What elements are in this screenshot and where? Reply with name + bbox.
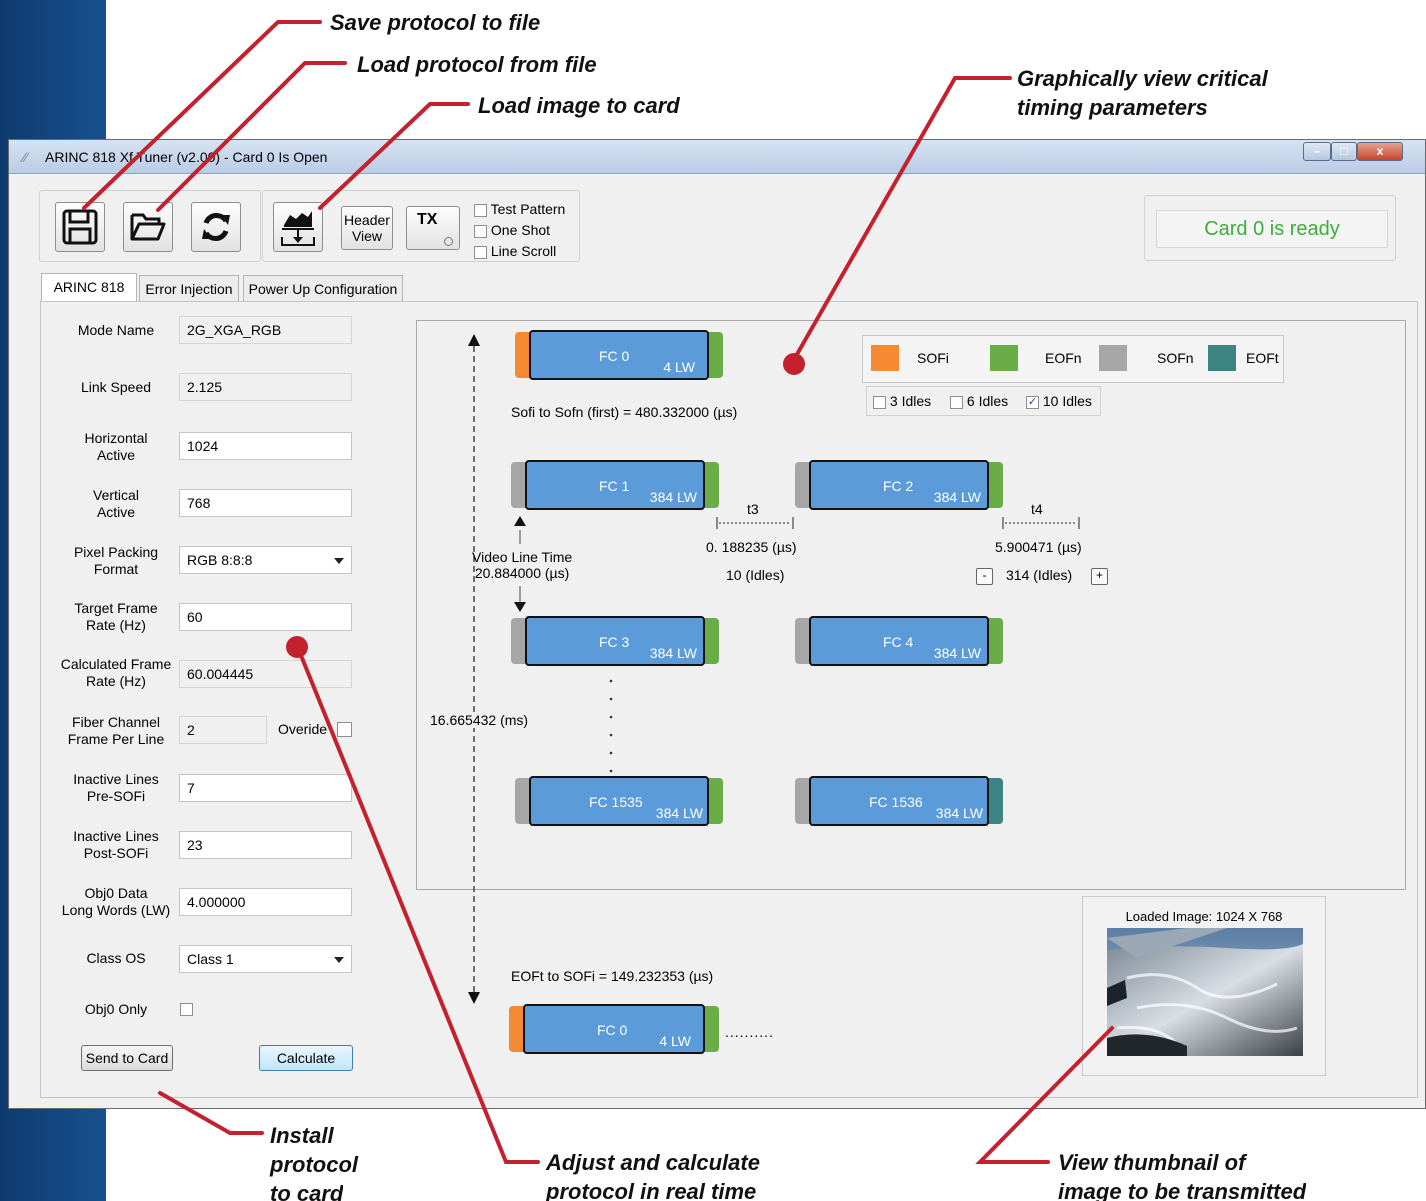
callout-leaders — [82, 20, 1114, 1164]
